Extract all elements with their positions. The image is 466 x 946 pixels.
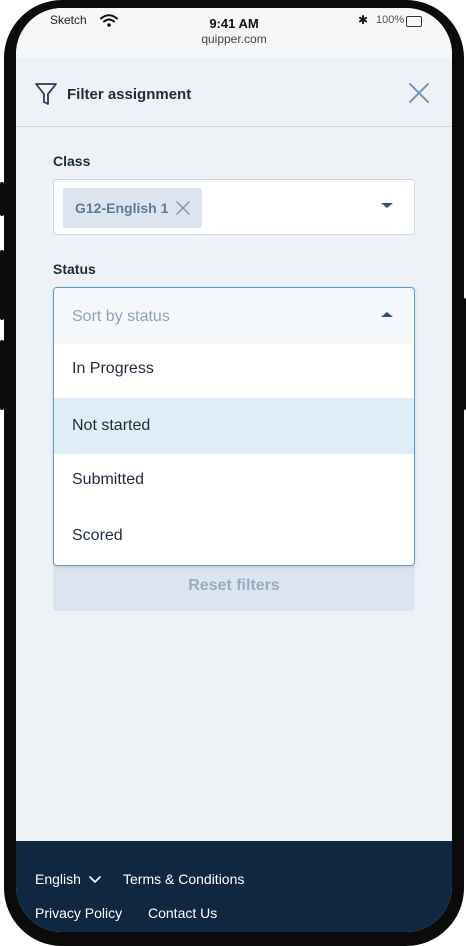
class-label: Class [53,153,91,169]
status-option-scored[interactable]: Scored [54,510,414,565]
filter-funnel-icon [34,82,58,111]
battery-icon [406,16,422,27]
phone-side-button [0,182,4,216]
footer: English Terms & Conditions Privacy Polic… [16,841,452,932]
status-select[interactable]: Sort by status [54,288,414,344]
screen: Sketch 9:41 AM quipper.com ✱ 100% Filter… [16,8,452,932]
close-icon[interactable] [408,82,430,109]
privacy-link[interactable]: Privacy Policy [35,905,122,921]
status-option-not-started[interactable]: Not started [54,398,414,454]
status-label: Status [53,261,96,277]
phone-power-button [462,298,466,410]
reset-filters-label: Reset filters [188,577,280,594]
language-label: English [35,871,81,887]
phone-volume-down-button [0,340,4,410]
option-label: Not started [72,417,151,434]
class-select[interactable]: G12-English 1 [53,179,415,235]
chevron-down-icon [89,876,101,884]
url-label: quipper.com [201,32,267,46]
option-label: Scored [72,527,123,544]
bluetooth-icon: ✱ [358,13,369,27]
class-chip: G12-English 1 [63,188,202,228]
contact-link[interactable]: Contact Us [148,905,217,921]
status-placeholder: Sort by status [72,308,170,325]
phone-volume-up-button [0,250,4,320]
status-option-submitted[interactable]: Submitted [54,454,414,510]
option-label: In Progress [72,360,154,377]
chevron-up-icon[interactable] [381,312,393,317]
status-bar: Sketch 9:41 AM quipper.com ✱ 100% [16,8,452,58]
filter-header: Filter assignment [16,58,452,127]
option-label: Submitted [72,471,145,488]
reset-filters-button[interactable]: Reset filters [53,565,415,611]
status-dropdown[interactable]: Sort by status In Progress Not started S… [53,287,415,566]
status-option-in-progress[interactable]: In Progress [54,344,414,400]
page-title: Filter assignment [67,86,192,103]
language-selector[interactable]: English [35,871,101,887]
battery-label: 100% [376,14,405,26]
chevron-down-icon[interactable] [381,203,393,208]
terms-link[interactable]: Terms & Conditions [123,871,244,887]
class-chip-label: G12-English 1 [75,200,169,216]
remove-chip-icon[interactable] [176,201,190,220]
